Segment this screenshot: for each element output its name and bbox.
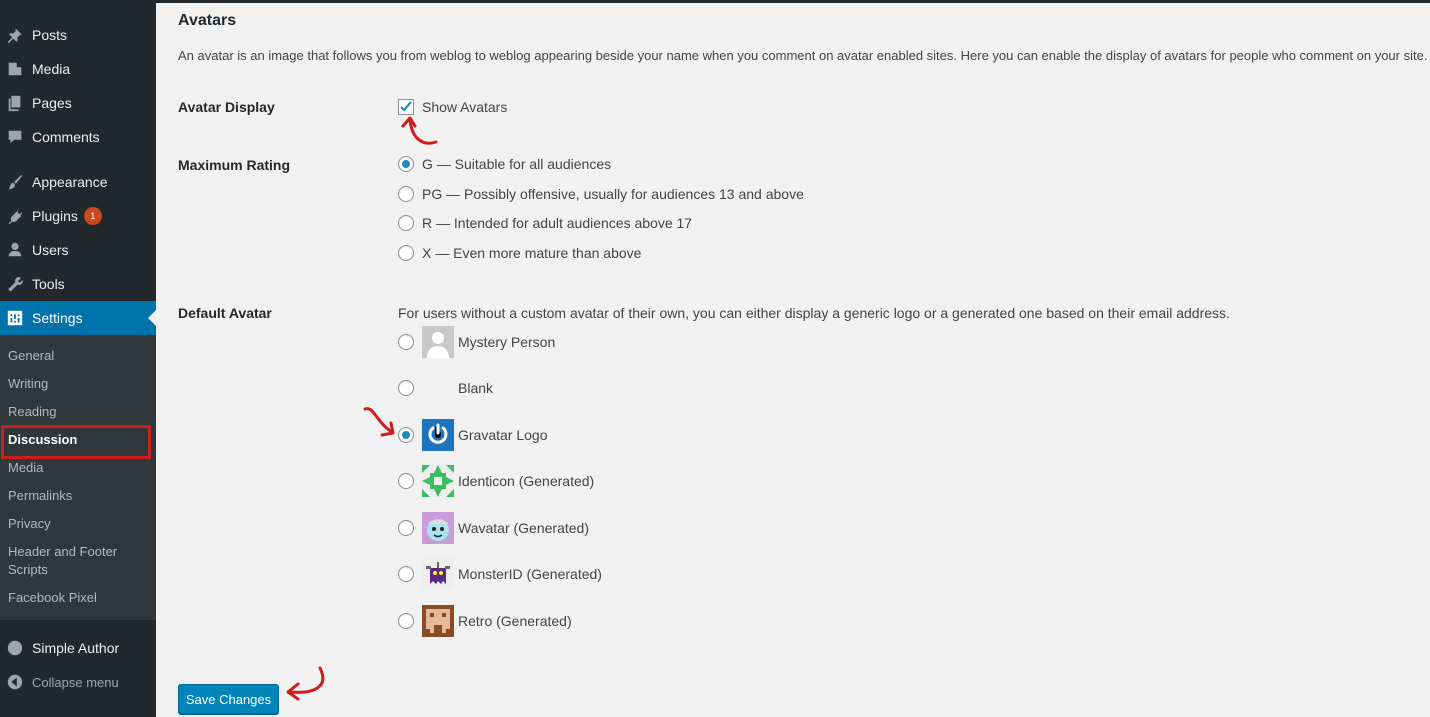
- avatar-radio-blank[interactable]: [398, 380, 414, 396]
- rating-option-label: G — Suitable for all audiences: [422, 156, 612, 172]
- avatar-radio-wavatar[interactable]: [398, 520, 414, 536]
- avatar-option-label: Identicon (Generated): [458, 473, 595, 489]
- gravatar-logo-icon: [422, 419, 454, 451]
- simple-author-icon: [5, 638, 25, 658]
- avatar-option-blank[interactable]: Blank: [398, 372, 493, 404]
- default-avatar-label: Default Avatar: [178, 305, 272, 321]
- wrench-icon: [5, 274, 25, 294]
- sidebar-item-appearance[interactable]: Appearance: [0, 165, 156, 199]
- identicon-avatar-icon: [422, 465, 454, 497]
- rating-option-g[interactable]: G — Suitable for all audiences: [398, 154, 611, 174]
- avatar-option-label: Mystery Person: [458, 334, 556, 350]
- plug-icon: [5, 206, 25, 226]
- submenu-item-reading[interactable]: Reading: [8, 403, 56, 421]
- rating-radio-g[interactable]: [398, 156, 414, 172]
- show-avatars-checkbox[interactable]: [398, 99, 414, 115]
- maximum-rating-label: Maximum Rating: [178, 157, 291, 173]
- rating-option-label: PG — Possibly offensive, usually for aud…: [422, 186, 804, 202]
- pages-icon: [5, 93, 25, 113]
- rating-radio-r[interactable]: [398, 215, 414, 231]
- media-icon: [5, 59, 25, 79]
- save-changes-button[interactable]: Save Changes: [178, 684, 279, 714]
- mystery-person-avatar-icon: [422, 326, 454, 358]
- collapse-menu-button[interactable]: Collapse menu: [0, 665, 156, 699]
- sidebar-item-label: Pages: [32, 95, 72, 111]
- retro-avatar-icon: [422, 605, 454, 637]
- settings-icon: [5, 308, 25, 328]
- sidebar-item-label: Settings: [32, 310, 83, 326]
- submenu-item-media[interactable]: Media: [8, 459, 43, 477]
- section-title: Avatars: [178, 12, 237, 29]
- sidebar-item-label: Tools: [32, 276, 65, 292]
- avatar-option-monsterid[interactable]: MonsterID (Generated): [398, 558, 602, 590]
- paintbrush-icon: [5, 172, 25, 192]
- checkmark-icon: [400, 101, 412, 112]
- collapse-menu-label: Collapse menu: [32, 674, 119, 690]
- discussion-highlight-box: [1, 425, 151, 459]
- rating-option-r[interactable]: R — Intended for adult audiences above 1…: [398, 213, 692, 233]
- pin-icon: [5, 25, 25, 45]
- sidebar-item-pages[interactable]: Pages: [0, 86, 156, 120]
- top-bar: [0, 0, 1430, 3]
- sidebar-item-label: Simple Author: [32, 640, 120, 656]
- avatar-radio-monsterid[interactable]: [398, 566, 414, 582]
- sidebar-item-simple-author[interactable]: Simple Author: [0, 631, 156, 665]
- submenu-item-privacy[interactable]: Privacy: [8, 515, 51, 533]
- avatar-display-label: Avatar Display: [178, 99, 275, 115]
- avatar-option-label: MonsterID (Generated): [458, 566, 602, 582]
- avatar-option-label: Gravatar Logo: [458, 427, 548, 443]
- admin-sidebar: Posts Media Pages Comments Appearance Pl…: [0, 0, 156, 717]
- avatar-option-mystery-person[interactable]: Mystery Person: [398, 326, 555, 358]
- user-icon: [5, 240, 25, 260]
- blank-avatar-icon: [422, 372, 454, 404]
- avatar-option-identicon[interactable]: Identicon (Generated): [398, 465, 594, 497]
- sidebar-item-media[interactable]: Media: [0, 52, 156, 86]
- avatar-option-label: Blank: [458, 380, 494, 396]
- avatar-option-label: Retro (Generated): [458, 613, 572, 629]
- submenu-item-facebook-pixel[interactable]: Facebook Pixel: [8, 589, 97, 607]
- collapse-icon: [5, 672, 25, 692]
- sidebar-item-users[interactable]: Users: [0, 233, 156, 267]
- avatar-radio-retro[interactable]: [398, 613, 414, 629]
- sidebar-item-comments[interactable]: Comments: [0, 120, 156, 154]
- sidebar-item-label: Media: [32, 61, 71, 77]
- monsterid-avatar-icon: [422, 558, 454, 590]
- rating-radio-x[interactable]: [398, 245, 414, 261]
- sidebar-item-settings[interactable]: Settings: [0, 301, 156, 335]
- rating-option-pg[interactable]: PG — Possibly offensive, usually for aud…: [398, 184, 804, 204]
- submenu-item-general[interactable]: General: [8, 347, 54, 365]
- section-description: An avatar is an image that follows you f…: [178, 48, 1428, 63]
- sidebar-item-tools[interactable]: Tools: [0, 267, 156, 301]
- avatar-radio-identicon[interactable]: [398, 473, 414, 489]
- rating-option-label: R — Intended for adult audiences above 1…: [422, 215, 693, 231]
- sidebar-item-label: Posts: [32, 27, 68, 43]
- annotation-arrow-icon: [363, 407, 395, 437]
- avatar-option-label: Wavatar (Generated): [458, 520, 589, 536]
- sidebar-item-plugins[interactable]: Plugins 1: [0, 199, 156, 233]
- plugins-update-badge: 1: [83, 207, 102, 225]
- avatar-radio-gravatar-logo[interactable]: [398, 427, 414, 443]
- avatar-option-retro[interactable]: Retro (Generated): [398, 605, 572, 637]
- default-avatar-description: For users without a custom avatar of the…: [398, 305, 1230, 321]
- comment-icon: [5, 127, 25, 147]
- avatar-option-gravatar-logo[interactable]: Gravatar Logo: [398, 419, 548, 451]
- submenu-item-writing[interactable]: Writing: [8, 375, 48, 393]
- rating-option-x[interactable]: X — Even more mature than above: [398, 243, 641, 263]
- submenu-item-permalinks[interactable]: Permalinks: [8, 487, 72, 505]
- sidebar-item-label: Appearance: [32, 174, 108, 190]
- rating-option-label: X — Even more mature than above: [422, 245, 642, 261]
- annotation-arrow-icon: [286, 666, 325, 701]
- wavatar-avatar-icon: [422, 512, 454, 544]
- annotation-arrow-icon: [401, 116, 438, 145]
- avatar-option-wavatar[interactable]: Wavatar (Generated): [398, 512, 589, 544]
- show-avatars-label: Show Avatars: [422, 99, 508, 115]
- sidebar-item-label: Plugins: [32, 208, 78, 224]
- sidebar-item-label: Comments: [32, 129, 100, 145]
- sidebar-item-posts[interactable]: Posts: [0, 18, 156, 52]
- submenu-item-header-footer-scripts[interactable]: Header and Footer Scripts: [8, 543, 138, 579]
- avatar-radio-mystery-person[interactable]: [398, 334, 414, 350]
- rating-radio-pg[interactable]: [398, 186, 414, 202]
- sidebar-item-label: Users: [32, 242, 69, 258]
